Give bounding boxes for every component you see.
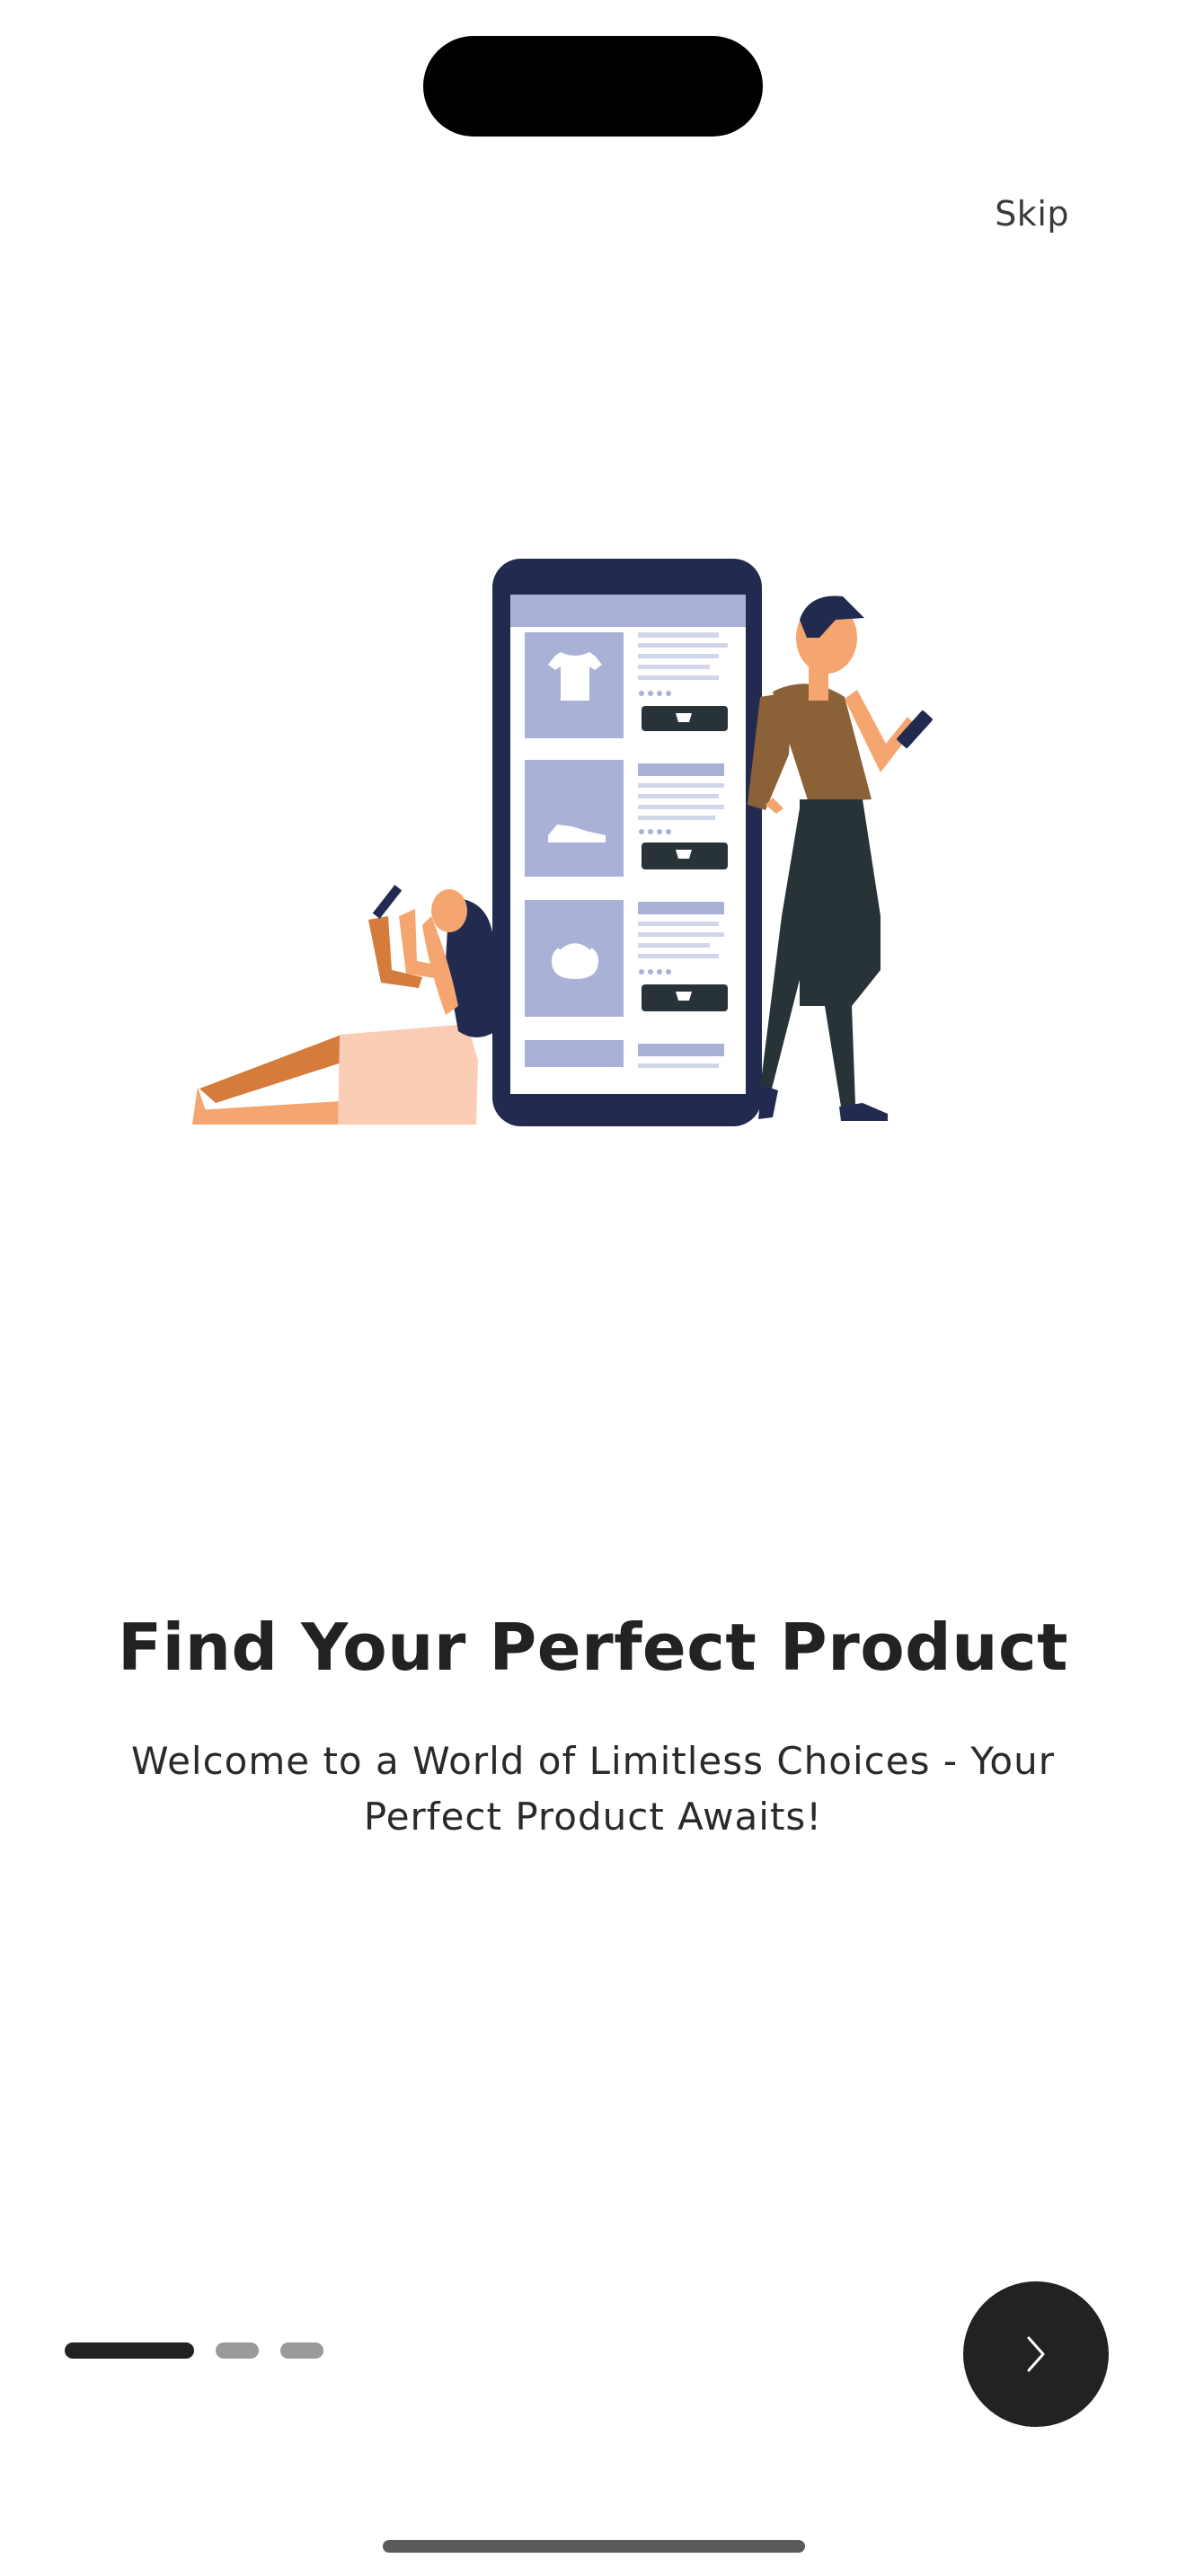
- dynamic-island: [423, 36, 763, 137]
- phone-illustration: [492, 559, 762, 1126]
- next-button[interactable]: [963, 2281, 1109, 2427]
- pagination-indicator: [65, 2342, 323, 2359]
- page-title: Find Your Perfect Product: [117, 1610, 1069, 1685]
- pagination-dot: [216, 2342, 259, 2359]
- home-indicator: [383, 2540, 805, 2553]
- pagination-dot-active: [65, 2342, 194, 2359]
- skip-button[interactable]: Skip: [995, 194, 1069, 234]
- chevron-right-icon: [1018, 2329, 1054, 2379]
- man-figure: [748, 595, 933, 1121]
- page-subtitle: Welcome to a World of Limitless Choices …: [131, 1739, 1055, 1839]
- pagination-dot: [280, 2342, 323, 2359]
- woman-figure: [192, 885, 496, 1125]
- onboarding-illustration: [180, 539, 988, 1150]
